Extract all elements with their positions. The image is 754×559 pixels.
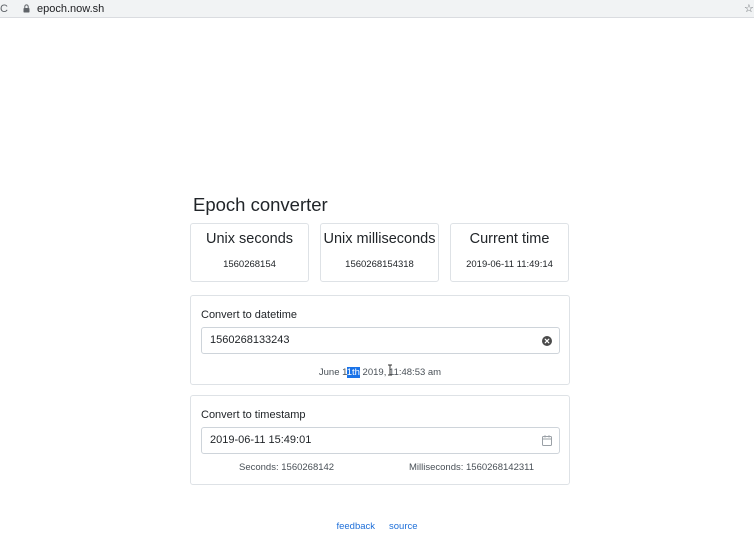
- page-title: Epoch converter: [193, 194, 328, 215]
- convert-to-timestamp-panel: Convert to timestamp 2019-06-11 15:49:01…: [190, 395, 570, 485]
- footer: feedback source: [0, 521, 754, 533]
- browser-address-bar: C epoch.now.sh ☆: [0, 0, 754, 18]
- convert-to-timestamp-title: Convert to timestamp: [201, 409, 306, 421]
- timestamp-milliseconds: Milliseconds: 1560268142311: [409, 462, 534, 473]
- timestamp-seconds: Seconds: 1560268142: [239, 462, 335, 473]
- datetime-result-part-3: 11:48:53 am: [388, 367, 442, 378]
- reload-icon[interactable]: C: [0, 1, 10, 17]
- current-time-title: Current time: [469, 231, 550, 247]
- current-time-card: Current time 2019-06-11 11:49:14: [450, 223, 569, 282]
- convert-to-datetime-title: Convert to datetime: [201, 309, 297, 321]
- datetime-input-value: 2019-06-11 15:49:01: [210, 434, 312, 446]
- lock-icon: [23, 4, 30, 13]
- clear-circle-icon[interactable]: [542, 336, 552, 346]
- datetime-result[interactable]: June 11th 2019, 11:48:53 am: [191, 363, 569, 379]
- epoch-input[interactable]: 1560268133243: [201, 327, 560, 354]
- source-link[interactable]: source: [389, 521, 418, 532]
- datetime-input[interactable]: 2019-06-11 15:49:01: [201, 427, 560, 454]
- calendar-icon[interactable]: [542, 435, 552, 446]
- unix-seconds-card: Unix seconds 1560268154: [190, 223, 309, 282]
- unix-milliseconds-title: Unix milliseconds: [323, 231, 436, 247]
- unix-seconds-value: 1560268154: [223, 259, 276, 270]
- epoch-input-value: 1560268133243: [210, 334, 290, 346]
- datetime-result-part-1: June 1: [318, 367, 347, 378]
- convert-to-datetime-panel: Convert to datetime 1560268133243 June 1…: [190, 295, 570, 385]
- unix-milliseconds-value: 1560268154318: [345, 259, 414, 270]
- feedback-link[interactable]: feedback: [336, 521, 375, 532]
- datetime-result-selected: 1th: [346, 367, 360, 378]
- current-time-value: 2019-06-11 11:49:14: [466, 259, 553, 270]
- unix-seconds-title: Unix seconds: [205, 231, 294, 247]
- bookmark-star-icon[interactable]: ☆: [744, 1, 754, 17]
- datetime-result-part-2: 2019,: [359, 367, 389, 378]
- unix-milliseconds-card: Unix milliseconds 1560268154318: [320, 223, 439, 282]
- url-text[interactable]: epoch.now.sh: [37, 2, 104, 16]
